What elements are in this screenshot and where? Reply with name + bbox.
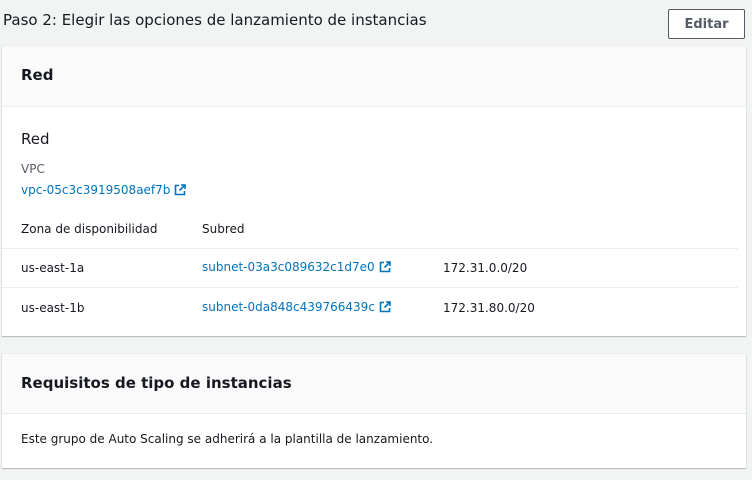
row1-subnet-text: subnet-03a3c089632c1d7e0 [202, 260, 375, 274]
column-header-zone: Zona de disponibilidad [21, 222, 158, 236]
network-section-title: Red [21, 130, 50, 148]
instance-requirements-text: Este grupo de Auto Scaling se adherirá a… [21, 432, 434, 446]
row2-cidr: 172.31.80.0/20 [443, 301, 535, 315]
row2-subnet-text: subnet-0da848c439766439c [202, 300, 375, 314]
row1-zone: us-east-1a [21, 261, 85, 275]
vpc-link-text: vpc-05c3c3919508aef7b [21, 183, 171, 197]
row1-cidr: 172.31.0.0/20 [443, 261, 528, 275]
row1-subnet-link[interactable]: subnet-03a3c089632c1d7e0 [202, 260, 391, 274]
external-link-icon [379, 301, 391, 313]
external-link-icon [379, 261, 391, 273]
external-link-icon [175, 184, 187, 196]
step-title: Paso 2: Elegir las opciones de lanzamien… [3, 11, 427, 29]
table-divider [2, 287, 738, 288]
instance-requirements-title: Requisitos de tipo de instancias [21, 374, 292, 392]
edit-button[interactable]: Editar [668, 9, 745, 39]
network-panel: Red Red VPC vpc-05c3c3919508aef7b Zona d… [2, 46, 746, 336]
column-header-subnet: Subred [202, 222, 245, 236]
table-divider [2, 248, 738, 249]
network-panel-header: Red [2, 46, 746, 107]
instance-requirements-header: Requisitos de tipo de instancias [2, 354, 746, 414]
row2-subnet-link[interactable]: subnet-0da848c439766439c [202, 300, 391, 314]
vpc-label: VPC [21, 162, 45, 176]
instance-requirements-panel: Requisitos de tipo de instancias Este gr… [2, 354, 746, 468]
vpc-link[interactable]: vpc-05c3c3919508aef7b [21, 183, 187, 197]
row2-zone: us-east-1b [21, 301, 85, 315]
network-panel-title: Red [21, 66, 54, 84]
